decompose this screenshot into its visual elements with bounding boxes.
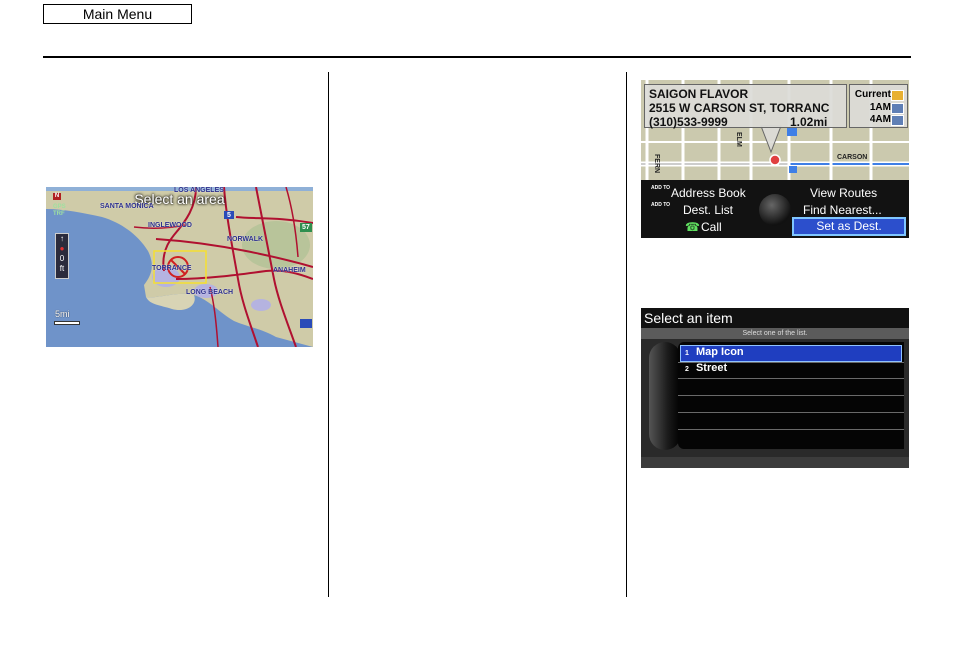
highway-shield-label: 5 — [227, 212, 231, 219]
time-label: 4AM — [869, 114, 891, 125]
time-label: 1AM — [869, 102, 891, 113]
street-label: CARSON — [837, 154, 868, 161]
city-label: INGLEWOOD — [148, 222, 192, 229]
set-as-dest-button[interactable]: Set as Dest. — [792, 217, 906, 236]
item-number: 1 — [685, 350, 689, 357]
row-divider — [678, 395, 904, 396]
column-divider-right — [626, 72, 627, 597]
call-button[interactable]: Call — [701, 220, 722, 234]
place-info-box: SAIGON FLAVOR 2515 W CARSON ST, TORRANC … — [644, 84, 847, 129]
time-label: Current — [854, 89, 891, 100]
place-name: SAIGON FLAVOR — [649, 87, 749, 101]
row-divider — [678, 412, 904, 413]
select-item-screen: Select an item Select one of the list. 1… — [641, 308, 909, 468]
screen-footer — [641, 457, 909, 468]
interface-dial — [649, 342, 681, 450]
address-book-button[interactable]: Address Book — [671, 186, 746, 200]
place-distance: 1.02mi — [790, 115, 828, 129]
map-scale-label: 5mi — [55, 309, 70, 319]
header-rule — [43, 56, 911, 58]
column-divider-left — [328, 72, 329, 597]
moon-icon — [891, 115, 904, 126]
row-divider — [678, 378, 904, 379]
item-label: Map Icon — [695, 346, 744, 358]
gps-indicator: GPS — [53, 204, 66, 210]
city-label: LONG BEACH — [186, 289, 234, 296]
item-number: 2 — [685, 366, 689, 373]
destination-map-screen: CARSON ELM FERN SAIGON FLAVOR 2515 W CAR… — [641, 80, 909, 238]
find-nearest-button[interactable]: Find Nearest... — [803, 203, 882, 217]
add-to-tag: ADD TO — [651, 185, 671, 191]
highway-shield-label: 57 — [302, 224, 310, 231]
view-routes-button[interactable]: View Routes — [810, 186, 877, 200]
city-label: NORWALK — [227, 236, 264, 243]
street-label: ELM — [735, 132, 742, 147]
item-list: 1 Map Icon 2 Street — [678, 342, 904, 449]
traffic-indicator: TRF — [53, 211, 65, 217]
screen-title: Select an item — [641, 308, 909, 328]
list-item-map-icon[interactable]: 1 Map Icon — [685, 346, 744, 358]
north-icon: N — [53, 193, 61, 200]
street-label: FERN — [653, 154, 660, 174]
list-item-street[interactable]: 2 Street — [685, 362, 727, 374]
position-icon: ● — [59, 244, 65, 253]
city-label: LOS ANGELES — [174, 187, 224, 194]
screen-subtitle: Select one of the list. — [641, 328, 909, 339]
traffic-time-box: Current 1AM 4AM — [849, 84, 908, 128]
city-label: TORRANCE — [152, 265, 192, 272]
add-to-tag: ADD TO — [651, 202, 671, 208]
place-phone: (310)533-9999 — [649, 115, 728, 129]
interface-dial — [759, 194, 791, 226]
city-label: SANTA MONICA — [100, 203, 154, 210]
select-area-map[interactable]: Select an area LOS ANGELES SANTA MONICA … — [46, 187, 313, 347]
row-divider — [678, 429, 904, 430]
elevation-value: 0 — [59, 254, 65, 263]
city-label: ANAHEIM — [273, 267, 306, 274]
arrow-up-icon: ↑ — [60, 234, 64, 243]
elevation-control: ↑ ● 0 ft — [55, 233, 69, 279]
phone-icon: ☎ — [685, 220, 700, 234]
place-address: 2515 W CARSON ST, TORRANC — [649, 101, 830, 115]
destination-menu: ADD TO Address Book ADD TO Dest. List ☎ … — [641, 180, 909, 238]
item-label: Street — [695, 362, 728, 374]
dest-list-button[interactable]: Dest. List — [683, 203, 733, 217]
main-menu-button[interactable]: Main Menu — [43, 4, 192, 24]
elevation-unit: ft — [59, 264, 65, 273]
moon-icon — [891, 103, 904, 114]
sun-icon — [891, 90, 904, 101]
map-scale-bar — [54, 321, 80, 325]
map-status-indicators: N GPS TRF — [53, 193, 69, 218]
